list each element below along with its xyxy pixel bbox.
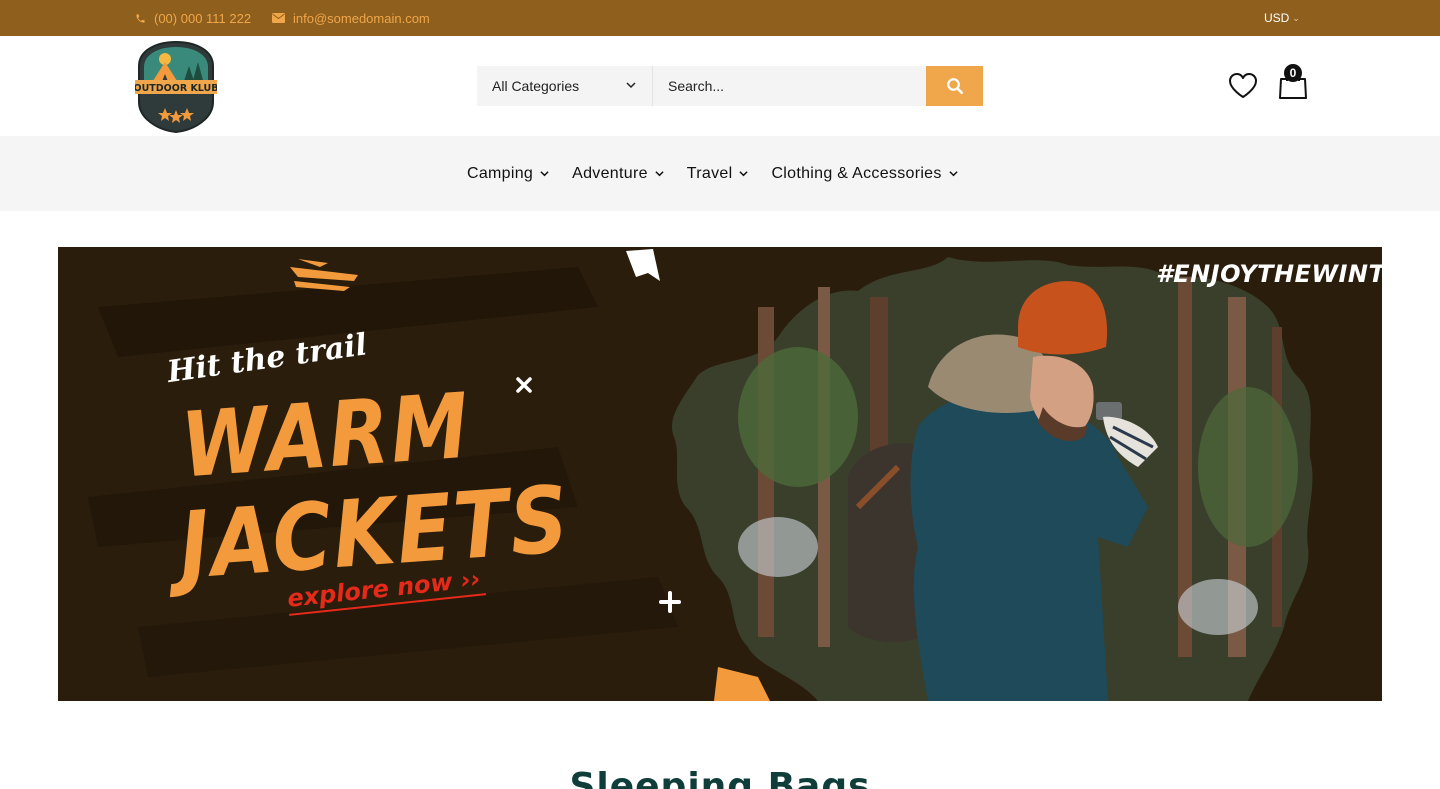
email-contact[interactable]: info@somedomain.com: [272, 0, 430, 36]
main-nav: Camping Adventure Travel Clothing & Acce…: [0, 136, 1440, 211]
banner-hashtag: #ENJOYTHEWINTER: [1156, 260, 1382, 288]
phone-contact[interactable]: (00) 000 111 222: [135, 0, 251, 36]
mail-icon: [272, 13, 285, 23]
chevron-down-icon: [655, 171, 664, 177]
search-bar: All Categories: [477, 66, 983, 106]
chevron-down-icon: [949, 171, 958, 177]
nav-item-travel[interactable]: Travel: [687, 165, 749, 183]
nav-item-label: Camping: [467, 164, 534, 182]
chevron-down-icon: ⌄: [1292, 12, 1300, 23]
nav-item-label: Clothing & Accessories: [771, 164, 942, 182]
nav-item-camping[interactable]: Camping: [467, 165, 549, 183]
section-title: Sleeping Bags: [569, 766, 871, 789]
category-select-value: All Categories: [492, 78, 580, 94]
heart-icon: [1229, 73, 1257, 98]
search-input[interactable]: [653, 66, 926, 106]
hero-banner[interactable]: Hit the trail WARM JACKETS explore now ›…: [58, 247, 1382, 701]
nav-item-clothing-accessories[interactable]: Clothing & Accessories: [771, 164, 958, 183]
currency-label: USD: [1264, 11, 1290, 25]
nav-item-adventure[interactable]: Adventure: [572, 165, 664, 183]
wishlist-button[interactable]: [1228, 72, 1258, 100]
phone-icon: [136, 13, 145, 23]
chevron-down-icon: [739, 171, 749, 177]
outdoor-klub-logo: OUTDOOR KLUB: [134, 40, 218, 134]
logo-text: OUTDOOR KLUB: [135, 83, 217, 94]
search-button[interactable]: [926, 66, 983, 106]
cart-count-badge: 0: [1284, 64, 1302, 82]
category-select[interactable]: All Categories: [477, 66, 653, 106]
email-text: info@somedomain.com: [293, 10, 430, 26]
nav-item-label: Travel: [686, 164, 733, 182]
site-logo[interactable]: OUTDOOR KLUB: [134, 40, 218, 134]
cart-button[interactable]: 0: [1276, 64, 1310, 100]
top-bar: (00) 000 111 222 info@somedomain.com USD…: [0, 0, 1440, 36]
site-header: OUTDOOR KLUB All Categories 0: [0, 36, 1440, 136]
currency-selector[interactable]: USD ⌄: [1264, 0, 1300, 36]
nav-item-label: Adventure: [572, 164, 648, 182]
chevron-down-icon: [626, 82, 636, 89]
chevron-down-icon: [540, 171, 549, 177]
phone-text: (00) 000 111 222: [154, 10, 252, 26]
search-icon: [946, 78, 963, 95]
